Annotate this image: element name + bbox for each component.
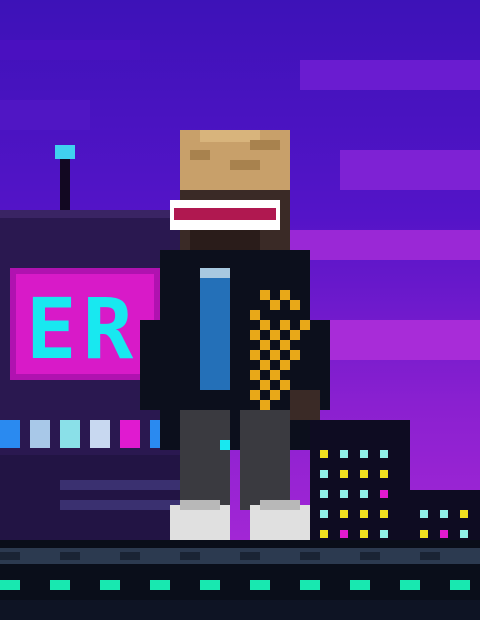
- character-shoes: [170, 505, 230, 540]
- road: [0, 540, 480, 620]
- antenna-pole: [60, 155, 70, 215]
- pixel-art-canvas: ER: [0, 0, 480, 620]
- neon-sign-text: ER: [26, 280, 139, 378]
- neon-sign: ER: [10, 268, 160, 380]
- game-scene: ER: [0, 0, 480, 620]
- antenna-light-icon: [55, 145, 75, 159]
- character-pants: [180, 410, 230, 510]
- character-shirt: [200, 270, 230, 390]
